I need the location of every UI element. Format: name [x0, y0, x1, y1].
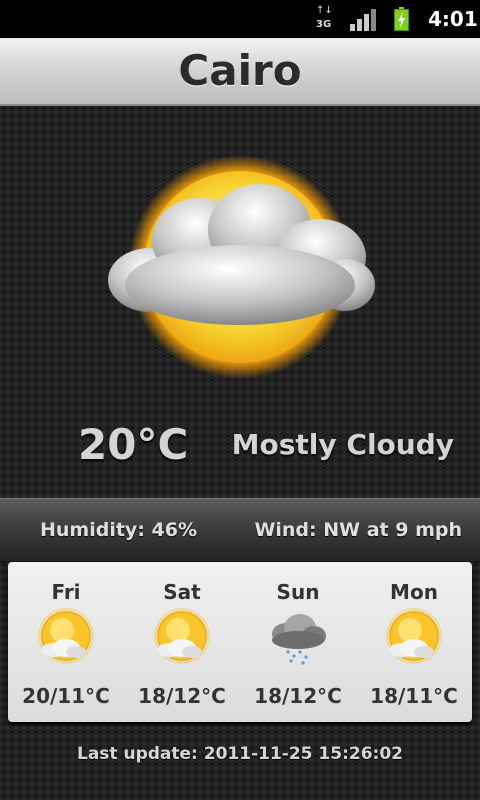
network-3g-icon: ↑↓ 3G: [316, 6, 336, 32]
battery-charging-icon: [394, 7, 409, 31]
rain-cloud-icon: [272, 614, 326, 665]
forecast-day-temps: 20/11°C: [22, 684, 110, 708]
clock: 4:01: [428, 7, 478, 31]
forecast-day[interactable]: Fri 20/11°C: [8, 562, 124, 722]
details-bar: Humidity: 46% Wind: NW at 9 mph: [0, 498, 480, 562]
city-name[interactable]: Cairo: [178, 46, 301, 95]
mostly-cloudy-icon: [108, 155, 375, 379]
partly-sunny-icon: [154, 608, 210, 664]
forecast-day[interactable]: Sat 18/12°C: [124, 562, 240, 722]
forecast-day-name: Sat: [163, 580, 201, 604]
last-update-label: Last update: 2011-11-25 15:26:02: [77, 744, 403, 764]
title-bar: Cairo: [0, 38, 480, 106]
forecast-day-temps: 18/12°C: [138, 684, 226, 708]
signal-strength-icon: [350, 9, 378, 31]
status-bar: ↑↓ 3G 4:01: [0, 0, 480, 38]
network-activity-arrows: ↑↓: [316, 5, 333, 16]
partly-sunny-icon: [386, 608, 442, 664]
humidity-label: Humidity: 46%: [40, 519, 198, 541]
network-type-label: 3G: [316, 19, 332, 30]
forecast-day-temps: 18/12°C: [254, 684, 342, 708]
forecast-panel: Fri 20/11°C Sat 18/12°C Sun 18/12°C Mon …: [8, 562, 472, 722]
current-condition: Mostly Cloudy: [231, 428, 454, 461]
partly-sunny-icon: [38, 608, 94, 664]
forecast-day-temps: 18/11°C: [370, 684, 458, 708]
current-temperature: 20°C: [78, 420, 189, 469]
forecast-day[interactable]: Mon 18/11°C: [356, 562, 472, 722]
forecast-day[interactable]: Sun 18/12°C: [240, 562, 356, 722]
forecast-day-name: Sun: [276, 580, 320, 604]
forecast-day-name: Fri: [51, 580, 81, 604]
forecast-day-name: Mon: [390, 580, 438, 604]
wind-label: Wind: NW at 9 mph: [254, 519, 462, 541]
